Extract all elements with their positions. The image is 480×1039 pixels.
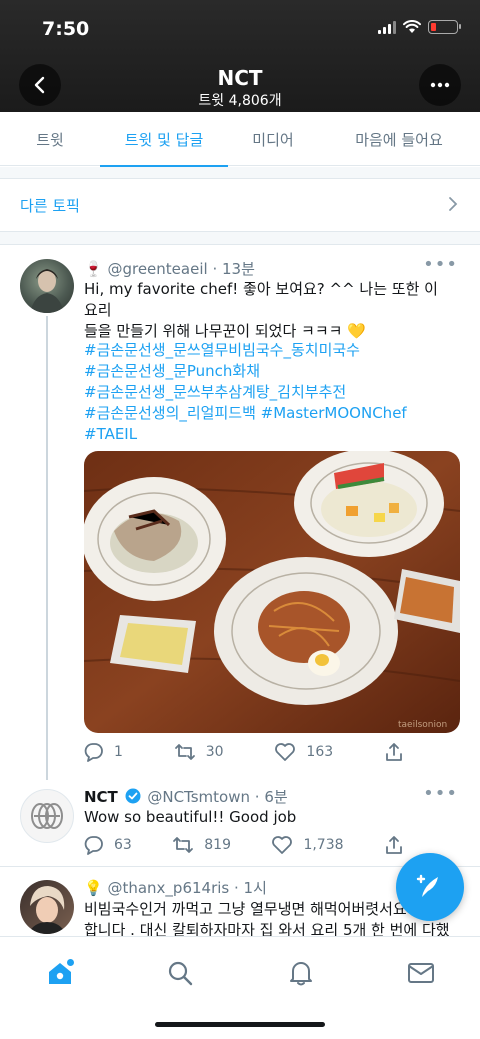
other-topics-link[interactable]: 다른 토픽 <box>0 180 480 230</box>
user-handle[interactable]: @greenteaeil <box>107 260 207 278</box>
nav-messages[interactable] <box>401 955 441 991</box>
status-icons <box>378 20 461 34</box>
retweet-button[interactable]: 30 <box>174 743 224 761</box>
tweet-count: 트윗 4,806개 <box>198 93 282 109</box>
avatar-photo <box>28 886 66 934</box>
hashtag-link[interactable]: #금손문선생_문Punch화채 <box>84 361 464 382</box>
hashtag-link[interactable]: #TAEIL <box>84 424 464 445</box>
messages-icon <box>408 963 434 983</box>
new-content-dot <box>67 959 74 966</box>
verified-badge-icon <box>125 788 141 804</box>
tweet-time: · 6분 <box>254 788 288 806</box>
tweet-header: 🍷 @greenteaeil · 13분 <box>84 258 255 279</box>
like-button[interactable]: 1,738 <box>271 835 344 855</box>
hashtag-link[interactable]: #금손문선생의_리얼피드백 #MasterMOONChef <box>84 403 464 424</box>
tweet-header: NCT @NCTsmtown · 6분 <box>84 786 288 807</box>
retweet-icon <box>173 837 194 853</box>
tab-tweets-and-replies[interactable]: 트윗 및 답글 <box>100 112 228 167</box>
reply-button[interactable]: 1 <box>84 742 123 762</box>
compose-tweet-button[interactable] <box>396 853 464 921</box>
profile-header: 7:50 NCT 트윗 4,806개 <box>0 0 480 112</box>
reply-icon <box>84 836 103 855</box>
hashtag-link[interactable]: #금손문선생_문쓰부추삼계탕_김치부추전 <box>84 382 464 403</box>
user-emoji: 🍷 <box>84 260 103 278</box>
tweet-time: · 13분 <box>212 260 255 278</box>
tweet-actions: 63 819 1,738 <box>84 835 404 855</box>
profile-tabs: 트윗 트윗 및 답글 미디어 마음에 들어요 <box>0 112 480 167</box>
like-count: 163 <box>306 744 334 760</box>
nav-search[interactable] <box>160 955 200 991</box>
tweet-header: 💡 @thanx_p614ris · 1시 <box>84 877 267 898</box>
like-button[interactable]: 163 <box>274 742 333 762</box>
heart-icon <box>272 836 293 854</box>
reply-button[interactable]: 63 <box>84 835 132 855</box>
retweet-count: 819 <box>204 837 231 853</box>
section-divider <box>0 231 480 245</box>
user-handle[interactable]: @NCTsmtown <box>147 788 250 806</box>
wifi-icon <box>403 20 421 33</box>
hashtag-list: #금손문선생_문쓰열무비빔국수_동치미국수 #금손문선생_문Punch화채 #금… <box>84 340 464 445</box>
tweet-photo[interactable]: taeilsonion <box>84 451 460 733</box>
avatar[interactable] <box>20 880 74 934</box>
reply-count: 63 <box>114 837 132 853</box>
share-button[interactable] <box>384 835 404 855</box>
tab-likes[interactable]: 마음에 들어요 <box>318 112 480 166</box>
tweet-more-button[interactable]: ••• <box>423 783 458 804</box>
photo-watermark: taeilsonion <box>398 720 447 730</box>
food-photo: taeilsonion <box>84 451 460 733</box>
user-emoji: 💡 <box>84 879 103 897</box>
battery-icon <box>428 20 461 34</box>
retweet-button[interactable]: 819 <box>172 836 231 854</box>
notifications-icon <box>290 962 312 986</box>
tweet-text-line: Hi, my favorite chef! 좋아 보여요? ^^ 나는 또한 이… <box>84 280 438 319</box>
reply-icon <box>84 743 103 762</box>
reply-count: 1 <box>114 744 123 760</box>
user-name[interactable]: NCT <box>84 788 118 806</box>
share-button[interactable] <box>384 742 404 762</box>
like-count: 1,738 <box>303 837 344 853</box>
cellular-signal-icon <box>378 20 396 34</box>
avatar[interactable] <box>20 789 74 843</box>
tweet-actions: 1 30 163 <box>84 742 404 762</box>
tweet-text: Wow so beautiful!! Good job <box>84 808 297 826</box>
hashtag-link[interactable]: #금손문선생_문쓰열무비빔국수_동치미국수 <box>84 340 464 361</box>
more-horizontal-icon <box>430 82 450 88</box>
profile-name: NCT <box>217 66 263 90</box>
section-divider <box>0 167 480 179</box>
nct-logo <box>31 803 63 829</box>
thread-line <box>46 316 48 780</box>
nav-notifications[interactable] <box>281 955 321 991</box>
nav-home[interactable] <box>40 955 80 991</box>
more-button[interactable] <box>419 64 461 106</box>
share-icon <box>386 836 402 854</box>
chevron-right-icon <box>449 197 458 211</box>
home-indicator <box>155 1022 325 1027</box>
tweet-text-line: 합니다 . 대신 칼퇴하자마자 집 와서 요리 5개 한 번에 다했 <box>84 921 450 937</box>
retweet-count: 30 <box>205 744 224 760</box>
search-icon <box>168 961 193 986</box>
retweet-icon <box>174 744 195 760</box>
tab-media[interactable]: 미디어 <box>228 112 318 166</box>
avatar[interactable] <box>20 259 74 313</box>
tweet-text: Hi, my favorite chef! 좋아 보여요? ^^ 나는 또한 이… <box>84 279 454 342</box>
tab-tweets[interactable]: 트윗 <box>0 112 100 166</box>
user-handle[interactable]: @thanx_p614ris <box>107 879 229 897</box>
tweet-more-button[interactable]: ••• <box>423 254 458 275</box>
avatar-photo <box>30 269 64 313</box>
heart-icon <box>275 743 296 761</box>
status-time: 7:50 <box>42 18 90 40</box>
tweet-text-line: 들을 만들기 위해 나무꾼이 되었다 ㅋㅋㅋ 💛 <box>84 322 366 340</box>
tweet-time: · 1시 <box>234 879 267 897</box>
share-icon <box>386 743 402 761</box>
compose-tweet-icon <box>416 874 438 897</box>
